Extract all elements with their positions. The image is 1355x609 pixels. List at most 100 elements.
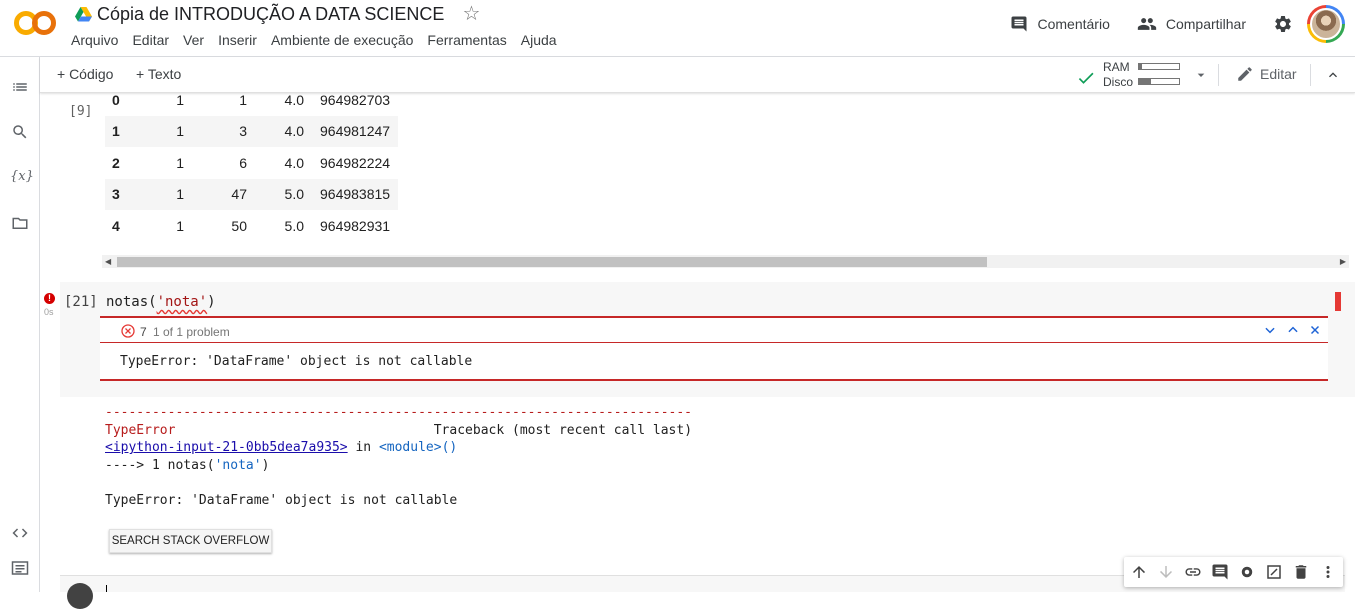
- cell-toolbar: [1124, 557, 1343, 587]
- run-cell-button[interactable]: [67, 583, 93, 609]
- toolbar-divider: [1218, 64, 1219, 86]
- edit-button[interactable]: Editar: [1236, 65, 1297, 83]
- table-cell: 5.0: [284, 217, 304, 234]
- disk-label: Disco: [1103, 75, 1134, 89]
- people-icon: [1137, 18, 1157, 30]
- star-icon[interactable]: ☆: [462, 4, 480, 24]
- gear-icon[interactable]: [1238, 563, 1256, 581]
- mirror-cell-icon[interactable]: [1265, 563, 1283, 581]
- scroll-right-icon[interactable]: ▶: [1340, 257, 1346, 266]
- table-row: 3 1 47 5.0 964983815: [105, 178, 398, 210]
- menu-item-ferramentas[interactable]: Ferramentas: [427, 32, 506, 48]
- traceback-rule: ----------------------------------------…: [105, 405, 692, 420]
- settings-gear-icon[interactable]: [1273, 14, 1293, 34]
- problem-count: 7: [140, 325, 147, 339]
- scrollbar-thumb[interactable]: [117, 257, 987, 267]
- search-stack-overflow-button[interactable]: SEARCH STACK OVERFLOW: [109, 529, 272, 553]
- in-word: in: [347, 440, 379, 455]
- add-code-button[interactable]: + Código: [57, 66, 113, 82]
- code-close-paren: ): [207, 294, 216, 310]
- horizontal-scrollbar[interactable]: ◀ ▶: [102, 255, 1349, 268]
- menu-item-inserir[interactable]: Inserir: [218, 32, 257, 48]
- search-icon[interactable]: [11, 123, 29, 141]
- table-cell: 1: [143, 115, 191, 147]
- more-vert-icon[interactable]: [1319, 563, 1337, 581]
- comment-label: Comentário: [1037, 16, 1110, 32]
- error-circle-icon: [121, 324, 135, 338]
- row-index-cell: 1: [105, 115, 143, 147]
- variables-icon[interactable]: {x}: [10, 169, 34, 187]
- table-cell: 964981247: [311, 115, 398, 147]
- menu-bar: Arquivo Editar Ver Inserir Ambiente de e…: [71, 32, 571, 48]
- move-up-arrow-icon[interactable]: [1130, 563, 1148, 581]
- edit-label: Editar: [1260, 66, 1297, 82]
- problem-message: TypeError: 'DataFrame' object is not cal…: [120, 354, 473, 369]
- table-cell: 6: [239, 154, 247, 171]
- chevron-down-icon[interactable]: [1193, 67, 1209, 83]
- toc-icon[interactable]: [11, 78, 29, 96]
- next-problem-chevron-down-icon[interactable]: [1263, 323, 1277, 337]
- error-message-line: TypeError: 'DataFrame' object is not cal…: [105, 492, 458, 508]
- disk-usage-fill: [1139, 79, 1151, 84]
- comment-icon[interactable]: [1211, 563, 1229, 581]
- line-arrow: ----> 1: [105, 457, 168, 473]
- link-icon[interactable]: [1184, 563, 1202, 581]
- table-cell: 5.0: [254, 178, 311, 210]
- table-cell: 4.0: [254, 115, 311, 147]
- ipython-input-link[interactable]: <ipython-input-21-0bb5dea7a935>: [105, 440, 348, 455]
- table-cell: 4.0: [284, 154, 304, 171]
- code-editor[interactable]: notas('nota'): [106, 294, 216, 310]
- close-icon[interactable]: [1308, 323, 1322, 337]
- share-button[interactable]: Compartilhar: [1137, 14, 1246, 34]
- move-down-arrow-icon[interactable]: [1157, 563, 1175, 581]
- terminal-icon[interactable]: [11, 559, 29, 577]
- dataframe-output-table: 0 1 1 4.0 964982703 1 1 3 4.0 964981247 2 1 6 4.0 9649…: [105, 84, 398, 242]
- line-close-paren: ): [261, 457, 270, 473]
- menu-item-ajuda[interactable]: Ajuda: [521, 32, 557, 48]
- execution-time: 0s: [44, 307, 54, 317]
- error-scroll-marker: [1335, 292, 1341, 311]
- share-label: Compartilhar: [1165, 16, 1246, 32]
- row-index-cell: 2: [112, 154, 120, 171]
- chevron-up-icon[interactable]: [1325, 67, 1341, 83]
- table-row: 4 1 50 5.0 964982931: [105, 210, 398, 242]
- menu-item-ver[interactable]: Ver: [183, 32, 204, 48]
- table-cell: 3: [191, 115, 254, 147]
- scroll-left-icon[interactable]: ◀: [105, 257, 111, 266]
- code-function: notas(: [106, 294, 157, 310]
- colab-logo[interactable]: [14, 10, 56, 36]
- menu-item-editar[interactable]: Editar: [132, 32, 169, 48]
- add-text-button[interactable]: + Texto: [136, 66, 181, 82]
- avatar[interactable]: [1307, 5, 1345, 43]
- table-row: 2 1 6 4.0 964982224: [105, 147, 398, 179]
- connected-check-icon: [1078, 72, 1094, 84]
- traceback-label: Traceback (most recent call last): [433, 422, 693, 438]
- table-cell: 47: [191, 178, 254, 210]
- title-row: Cópia de INTRODUÇÃO A DATA SCIENCE ☆: [75, 2, 480, 26]
- menu-item-arquivo[interactable]: Arquivo: [71, 32, 118, 48]
- code-snippets-icon[interactable]: [11, 524, 29, 542]
- comment-button[interactable]: Comentário: [1010, 15, 1110, 33]
- menu-item-ambiente[interactable]: Ambiente de execução: [271, 32, 413, 48]
- prev-problem-chevron-up-icon[interactable]: [1286, 323, 1300, 337]
- avatar-photo: [1310, 8, 1342, 40]
- cell-execution-count: [9]: [69, 104, 93, 119]
- line-code: notas(: [167, 457, 215, 473]
- table-cell: 964982224: [320, 154, 391, 171]
- ram-usage-fill: [1139, 64, 1143, 69]
- table-row: 1 1 3 4.0 964981247: [105, 115, 398, 147]
- table-cell: 50: [231, 217, 247, 234]
- delete-icon[interactable]: [1292, 563, 1310, 581]
- cell-execution-count[interactable]: [21]: [64, 294, 98, 310]
- module-name: <module>(): [378, 440, 458, 455]
- toolbar-divider: [1310, 64, 1311, 86]
- doc-title[interactable]: Cópia de INTRODUÇÃO A DATA SCIENCE: [97, 4, 444, 25]
- problem-peek-widget: 7 1 of 1 problem TypeError: 'DataFrame' …: [100, 316, 1328, 381]
- error-name: TypeError: [105, 422, 176, 438]
- drive-icon: [75, 6, 92, 21]
- files-icon[interactable]: [11, 214, 29, 232]
- left-rail: {x}: [0, 57, 40, 592]
- pencil-icon: [1238, 67, 1252, 81]
- code-string-arg: 'nota': [156, 294, 208, 310]
- table-cell: 1: [143, 178, 191, 210]
